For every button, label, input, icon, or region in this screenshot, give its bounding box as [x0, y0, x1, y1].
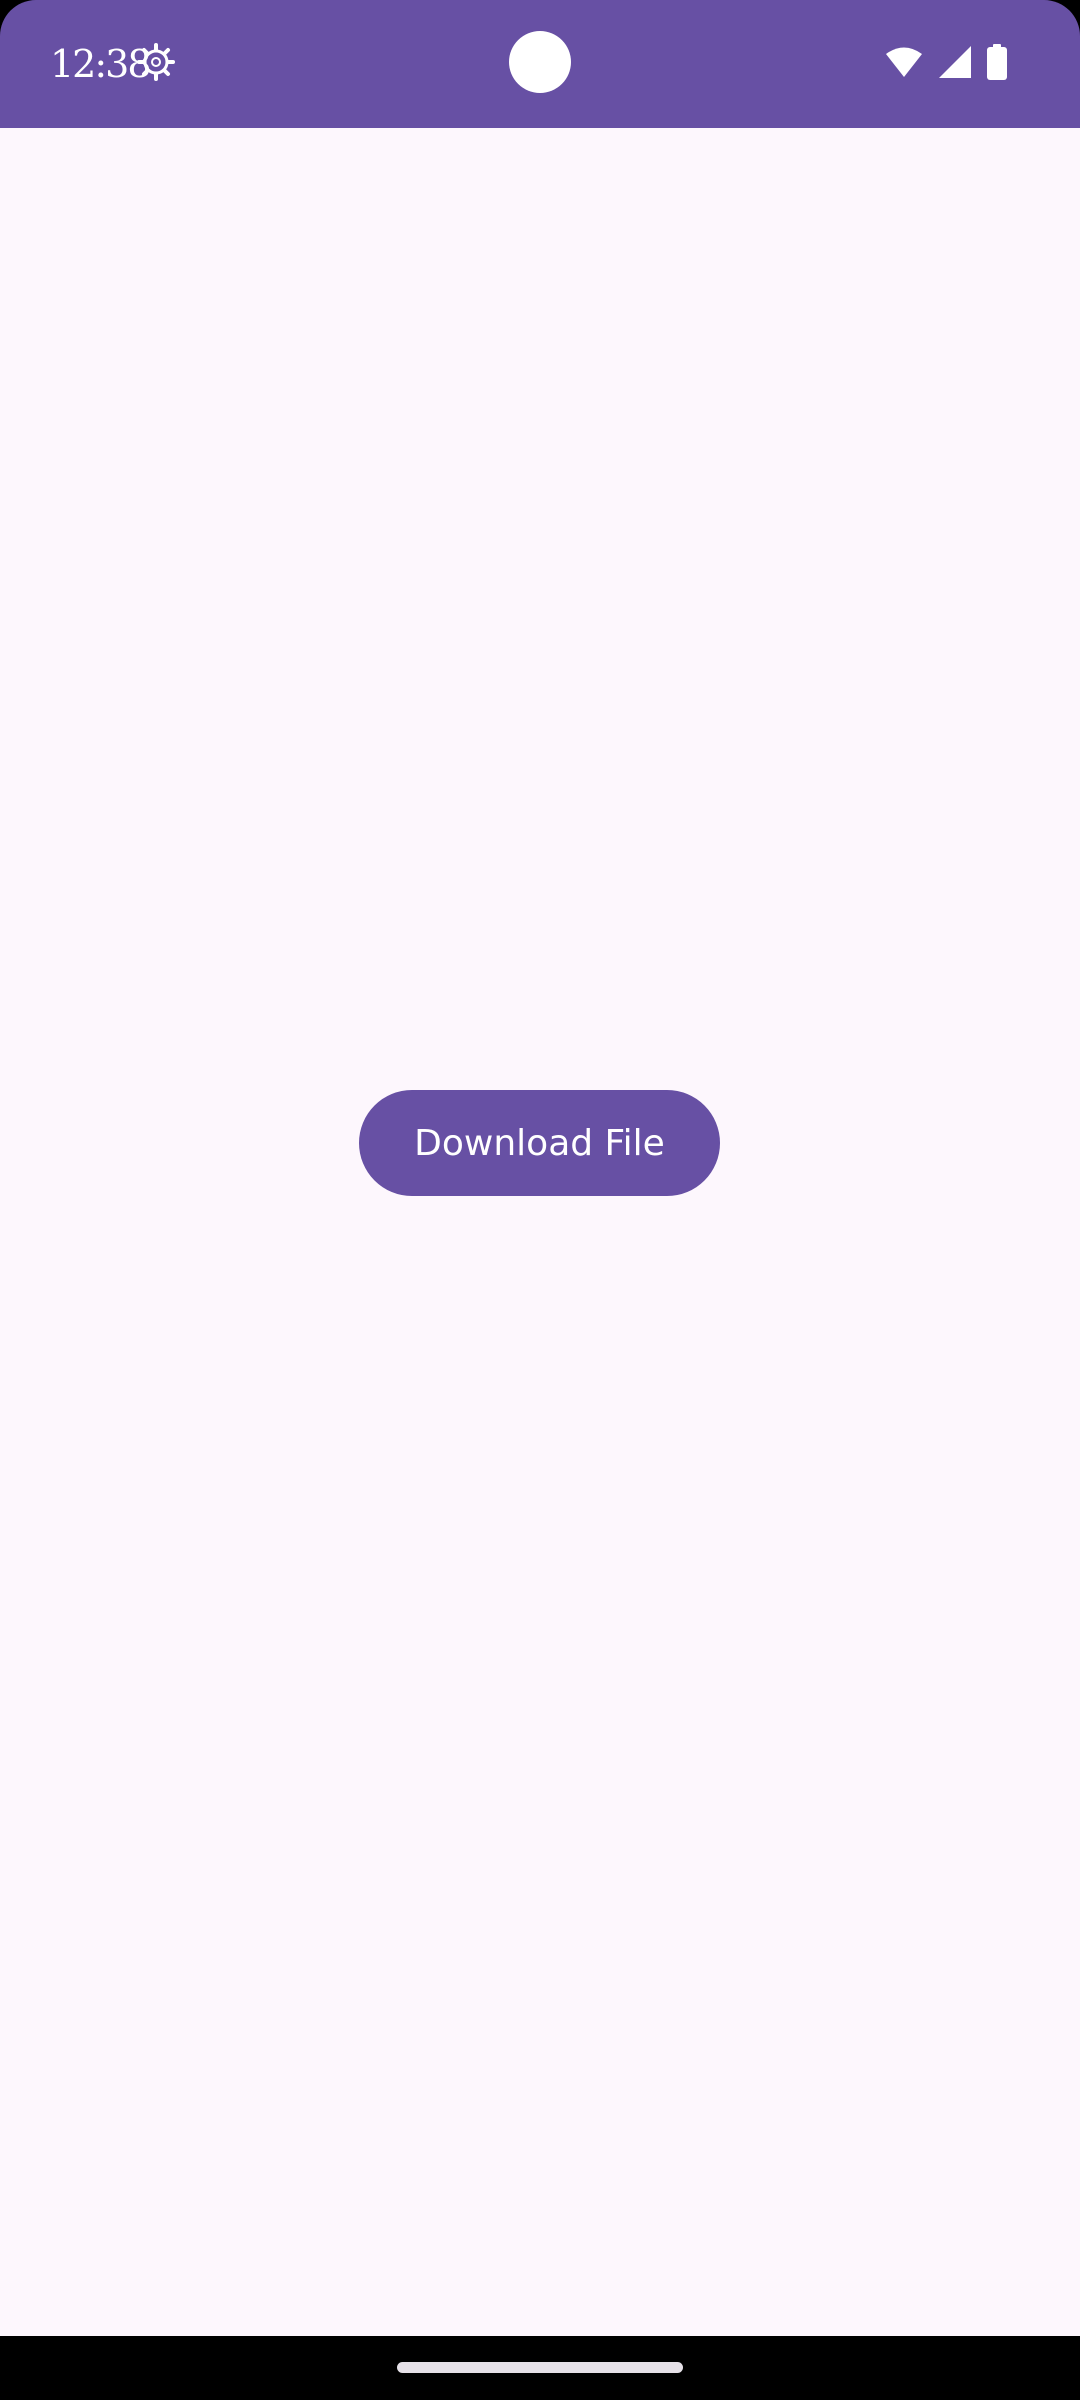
download-file-button[interactable]: Download File — [359, 1090, 720, 1196]
app-content — [0, 128, 1080, 2336]
front-camera-cutout — [509, 31, 571, 93]
status-bar: 12:38 — [0, 0, 1080, 128]
battery-icon — [986, 43, 1008, 85]
home-gesture-handle[interactable] — [397, 2362, 683, 2373]
settings-gear-icon — [136, 42, 176, 82]
wifi-icon — [884, 45, 924, 84]
status-time: 12:38 — [50, 42, 152, 86]
cellular-signal-icon — [938, 45, 972, 84]
status-icons — [884, 43, 1008, 85]
phone-screen: 12:38 Download File — [0, 0, 1080, 2400]
